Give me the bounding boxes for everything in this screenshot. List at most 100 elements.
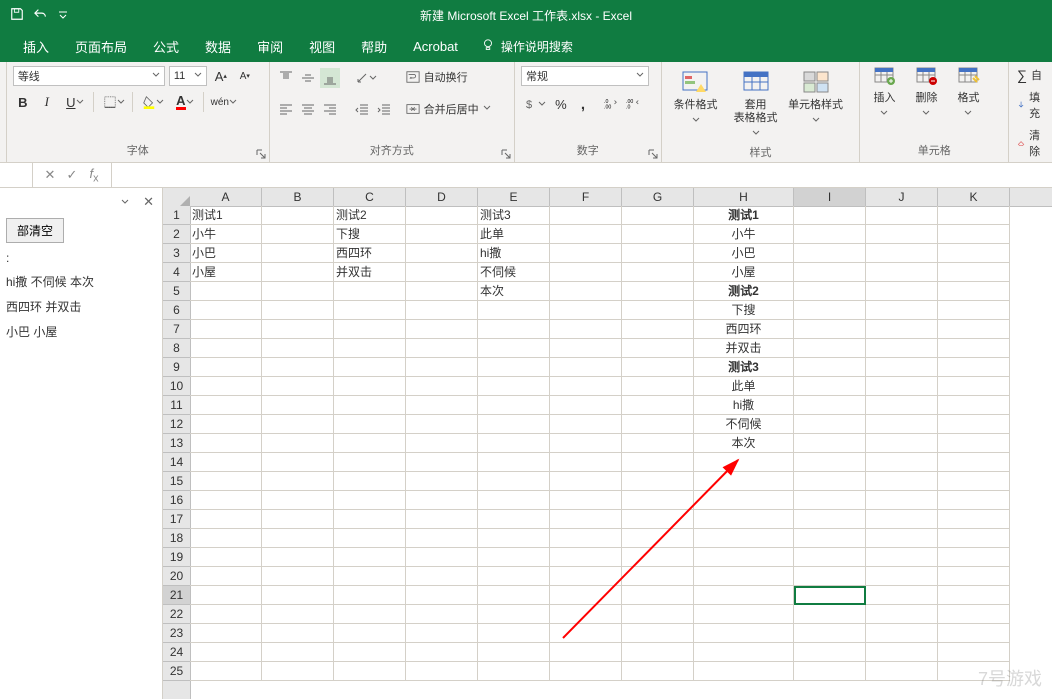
- cell[interactable]: [262, 491, 334, 510]
- cell[interactable]: [550, 510, 622, 529]
- cell[interactable]: [334, 415, 406, 434]
- cell[interactable]: [550, 415, 622, 434]
- cell[interactable]: 西四环: [334, 244, 406, 263]
- fill-color-button[interactable]: [139, 92, 167, 112]
- dialog-launcher-icon[interactable]: [500, 148, 512, 160]
- cell[interactable]: 小牛: [694, 225, 794, 244]
- cell[interactable]: [190, 415, 262, 434]
- cell[interactable]: [334, 339, 406, 358]
- cell[interactable]: [550, 453, 622, 472]
- cell[interactable]: [262, 396, 334, 415]
- align-top-button[interactable]: [276, 68, 296, 88]
- cell[interactable]: [866, 567, 938, 586]
- cell[interactable]: [622, 434, 694, 453]
- cell[interactable]: [550, 263, 622, 282]
- cell[interactable]: [938, 567, 1010, 586]
- row-header[interactable]: 4: [163, 263, 190, 282]
- cell[interactable]: [694, 548, 794, 567]
- row-header[interactable]: 9: [163, 358, 190, 377]
- cell[interactable]: 此单: [694, 377, 794, 396]
- cell[interactable]: [406, 415, 478, 434]
- cell[interactable]: [938, 529, 1010, 548]
- column-header[interactable]: E: [478, 188, 550, 206]
- phonetic-button[interactable]: wén: [210, 92, 238, 112]
- cell[interactable]: [550, 662, 622, 681]
- cell[interactable]: 此单: [478, 225, 550, 244]
- row-header[interactable]: 16: [163, 491, 190, 510]
- cell[interactable]: [938, 453, 1010, 472]
- cell[interactable]: [334, 453, 406, 472]
- row-header[interactable]: 23: [163, 624, 190, 643]
- cell[interactable]: [190, 643, 262, 662]
- save-icon[interactable]: [10, 7, 24, 24]
- column-header[interactable]: D: [406, 188, 478, 206]
- cell[interactable]: 测试2: [334, 206, 406, 225]
- cell[interactable]: [866, 472, 938, 491]
- cell[interactable]: [406, 339, 478, 358]
- row-header[interactable]: 22: [163, 605, 190, 624]
- cell[interactable]: [334, 396, 406, 415]
- tell-me-search[interactable]: 操作说明搜索: [481, 38, 573, 55]
- cell[interactable]: [866, 263, 938, 282]
- row-header[interactable]: 19: [163, 548, 190, 567]
- border-button[interactable]: [100, 92, 128, 112]
- cell[interactable]: [478, 624, 550, 643]
- cell[interactable]: [190, 434, 262, 453]
- cell[interactable]: [622, 301, 694, 320]
- cell[interactable]: [262, 529, 334, 548]
- cell[interactable]: [550, 567, 622, 586]
- row-header[interactable]: 25: [163, 662, 190, 681]
- cell[interactable]: [190, 396, 262, 415]
- cell[interactable]: 小屋: [190, 263, 262, 282]
- cell[interactable]: [478, 434, 550, 453]
- cell[interactable]: [866, 453, 938, 472]
- font-name-combo[interactable]: 等线: [13, 66, 165, 86]
- cell[interactable]: [866, 339, 938, 358]
- cell[interactable]: [938, 301, 1010, 320]
- cell[interactable]: [622, 339, 694, 358]
- cell[interactable]: [694, 472, 794, 491]
- cell[interactable]: [406, 301, 478, 320]
- cell[interactable]: [190, 586, 262, 605]
- percent-button[interactable]: %: [551, 94, 571, 114]
- fill-button[interactable]: 填充: [1015, 88, 1046, 122]
- cell[interactable]: [622, 225, 694, 244]
- number-format-combo[interactable]: 常规: [521, 66, 649, 86]
- cell[interactable]: [938, 605, 1010, 624]
- cell[interactable]: [406, 586, 478, 605]
- row-header[interactable]: 1: [163, 206, 190, 225]
- cell[interactable]: [406, 263, 478, 282]
- cell[interactable]: [938, 586, 1010, 605]
- cell[interactable]: [406, 453, 478, 472]
- row-header[interactable]: 24: [163, 643, 190, 662]
- cell[interactable]: [866, 548, 938, 567]
- cell[interactable]: [478, 643, 550, 662]
- cell[interactable]: [938, 244, 1010, 263]
- cell[interactable]: [190, 358, 262, 377]
- row-header[interactable]: 15: [163, 472, 190, 491]
- cell[interactable]: [190, 491, 262, 510]
- cell[interactable]: [866, 396, 938, 415]
- cell[interactable]: [334, 472, 406, 491]
- cell[interactable]: [334, 586, 406, 605]
- tab-formulas[interactable]: 公式: [140, 30, 192, 62]
- conditional-formatting-button[interactable]: 条件格式: [668, 66, 724, 128]
- cell[interactable]: [478, 548, 550, 567]
- clear-all-button[interactable]: 部清空: [6, 218, 64, 243]
- cell[interactable]: [550, 491, 622, 510]
- cell[interactable]: [794, 339, 866, 358]
- cell[interactable]: [622, 662, 694, 681]
- cell[interactable]: [794, 320, 866, 339]
- cell[interactable]: [190, 320, 262, 339]
- cell[interactable]: [190, 605, 262, 624]
- cell[interactable]: [550, 396, 622, 415]
- cell[interactable]: [794, 263, 866, 282]
- cell[interactable]: [406, 529, 478, 548]
- cell[interactable]: [794, 643, 866, 662]
- cell[interactable]: [334, 320, 406, 339]
- cell[interactable]: [866, 282, 938, 301]
- underline-button[interactable]: U: [61, 92, 89, 112]
- cell[interactable]: 测试3: [478, 206, 550, 225]
- cell[interactable]: [262, 472, 334, 491]
- cell[interactable]: [550, 643, 622, 662]
